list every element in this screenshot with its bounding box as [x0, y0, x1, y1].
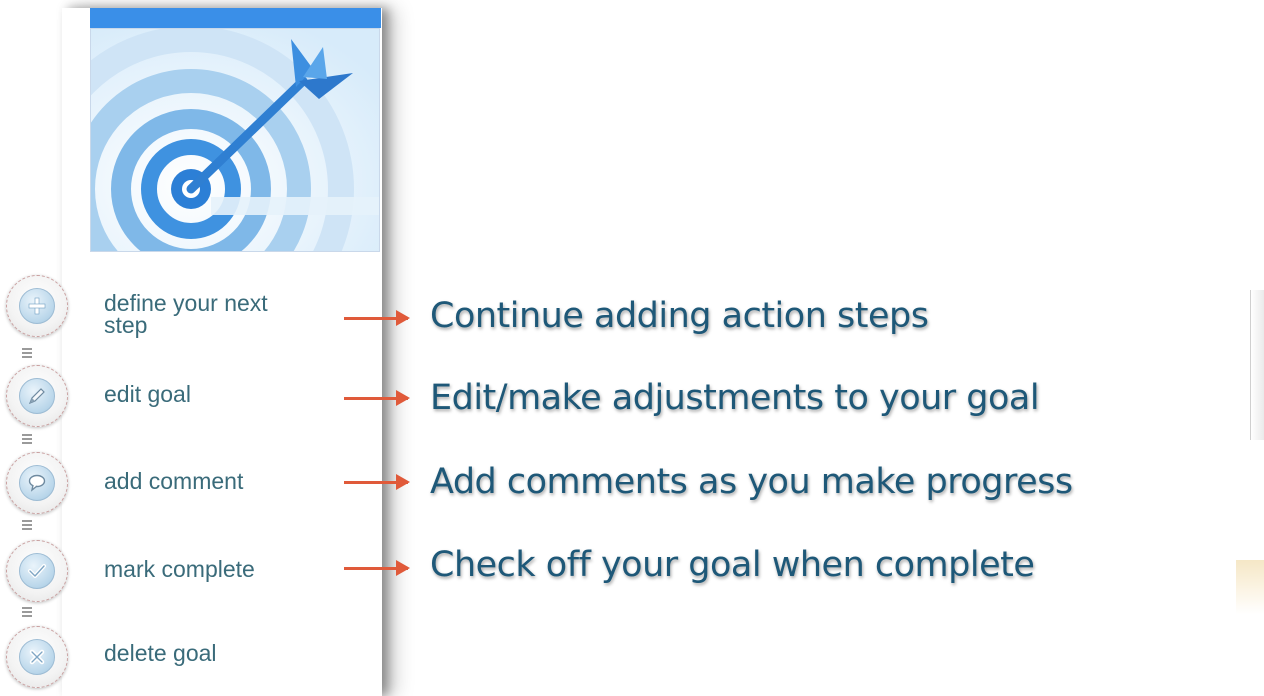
plus-icon: [28, 297, 46, 315]
add-comment-label: add comment: [104, 468, 244, 494]
background-window-edge: [1250, 290, 1264, 440]
annotation-arrow: [344, 390, 410, 406]
annotation-add-comments: Add comments as you make progress: [430, 462, 1073, 502]
define-next-step-label-line1: define your next: [104, 290, 268, 316]
target-dart-icon: [91, 29, 379, 251]
define-next-step-label: define your next step: [104, 290, 268, 338]
define-next-step-label-line2: step: [104, 312, 148, 338]
annotation-continue-adding-steps: Continue adding action steps: [430, 296, 929, 336]
mark-complete-label: mark complete: [104, 556, 255, 582]
define-next-step-badge: [6, 275, 68, 337]
edit-goal-label: edit goal: [104, 381, 191, 407]
checkmark-icon: [28, 564, 46, 578]
delete-goal-label: delete goal: [104, 640, 217, 666]
annotation-arrow: [344, 310, 410, 326]
annotation-edit-goal: Edit/make adjustments to your goal: [430, 378, 1040, 418]
add-comment-badge: [6, 452, 68, 514]
badge-connector: [22, 605, 32, 617]
panel-header-bar: [90, 8, 381, 28]
goal-hero-image: [90, 28, 380, 252]
add-comment-button[interactable]: add comment: [0, 452, 340, 522]
annotation-arrow: [344, 474, 410, 490]
pencil-icon: [28, 388, 45, 405]
edit-goal-button[interactable]: edit goal: [0, 365, 340, 435]
x-icon: [29, 649, 45, 665]
comment-icon: [28, 474, 46, 492]
mark-complete-badge: [6, 540, 68, 602]
page: define your next step edit goal add comm…: [0, 0, 1264, 696]
mark-complete-button[interactable]: mark complete: [0, 540, 340, 610]
badge-connector: [22, 518, 32, 530]
define-next-step-button[interactable]: define your next step: [0, 275, 340, 345]
badge-connector: [22, 432, 32, 444]
badge-connector: [22, 346, 32, 358]
delete-goal-badge: [6, 626, 68, 688]
annotation-arrow: [344, 560, 410, 576]
delete-goal-button[interactable]: delete goal: [0, 626, 340, 696]
background-window-edge: [1236, 560, 1264, 696]
annotation-check-off-goal: Check off your goal when complete: [430, 545, 1035, 585]
edit-goal-badge: [6, 365, 68, 427]
